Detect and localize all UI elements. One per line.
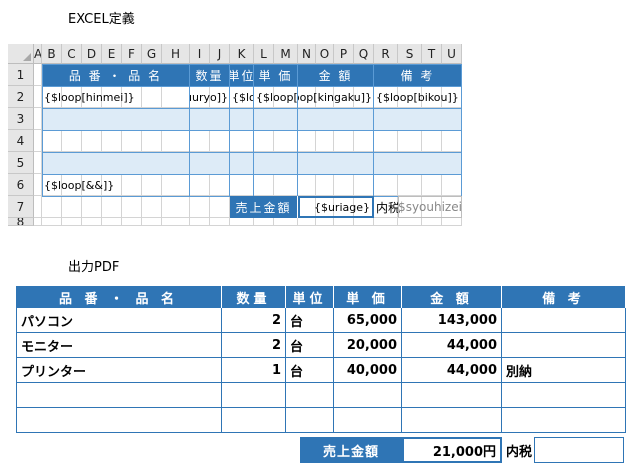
pdf-table-cell: 別納 — [502, 358, 626, 383]
cell-loop-kingaku[interactable]: {$loop[kingaku]} — [298, 86, 374, 108]
pdf-tax-value — [534, 437, 624, 463]
cell-loop-end[interactable]: {$loop[&&]} — [42, 174, 190, 196]
column-header-i[interactable]: I — [190, 44, 210, 64]
column-header-c[interactable]: C — [62, 44, 82, 64]
column-header-l[interactable]: L — [254, 44, 274, 64]
row-header-5[interactable]: 5 — [8, 152, 34, 174]
excel-definition-title: EXCEL定義 — [68, 12, 135, 27]
row-header-3[interactable]: 3 — [8, 108, 34, 130]
column-header-m[interactable]: M — [274, 44, 298, 64]
pdf-table-cell — [402, 408, 502, 433]
table-border — [42, 86, 462, 87]
total-label-cell[interactable]: 売上金額 — [230, 196, 298, 218]
pdf-output-title: 出力PDF — [68, 260, 120, 275]
column-header-j[interactable]: J — [210, 44, 230, 64]
pdf-table-cell: パソコン — [16, 308, 222, 333]
pdf-table-cell — [502, 333, 626, 358]
table-border — [42, 174, 462, 175]
pdf-header-item-name: 品 番 ・ 品 名 — [16, 286, 222, 308]
pdf-table-cell: 65,000 — [334, 308, 402, 333]
total-value-cell[interactable]: {$uriage} — [298, 196, 374, 218]
row-header-1[interactable]: 1 — [8, 64, 34, 86]
pdf-table-cell: 台 — [286, 333, 334, 358]
tax-value-cell[interactable]: {$syouhizei} — [398, 196, 462, 218]
column-header-e[interactable]: E — [102, 44, 122, 64]
pdf-table-cell: 台 — [286, 308, 334, 333]
column-header-o[interactable]: O — [316, 44, 334, 64]
pdf-table-cell — [502, 308, 626, 333]
pdf-table-cell: 20,000 — [334, 333, 402, 358]
pdf-table-cell: 143,000 — [402, 308, 502, 333]
pdf-header-unit-price: 単 価 — [334, 286, 402, 308]
row-header-7[interactable]: 7 — [8, 196, 34, 218]
column-header-b[interactable]: B — [42, 44, 62, 64]
pdf-table-cell — [334, 408, 402, 433]
column-header-q[interactable]: Q — [354, 44, 374, 64]
column-header-a[interactable]: A — [34, 44, 42, 64]
cell-loop-hinmei[interactable]: {$loop[hinmei]} — [42, 86, 190, 108]
table-border — [42, 152, 462, 153]
column-header-t[interactable]: T — [422, 44, 442, 64]
band-row-3 — [42, 108, 462, 130]
column-header-k[interactable]: K — [230, 44, 254, 64]
column-header-h[interactable]: H — [162, 44, 190, 64]
cell-loop-suuryo[interactable]: {$loop[suuryo]} — [190, 86, 230, 108]
table-border — [42, 108, 462, 109]
row-header-2[interactable]: 2 — [8, 86, 34, 108]
table-border — [42, 130, 462, 131]
gridline — [34, 225, 462, 226]
pdf-header-quantity: 数量 — [222, 286, 286, 308]
pdf-table-cell: 2 — [222, 333, 286, 358]
pdf-table-cell — [286, 383, 334, 408]
column-header-f[interactable]: F — [122, 44, 142, 64]
header-unit[interactable]: 単位 — [230, 64, 254, 86]
pdf-table-cell: 1 — [222, 358, 286, 383]
pdf-table-cell — [222, 408, 286, 433]
header-quantity[interactable]: 数量 — [190, 64, 230, 86]
pdf-total-label: 売上金額 — [300, 437, 402, 463]
select-all-corner[interactable] — [8, 44, 34, 64]
pdf-table-cell — [334, 383, 402, 408]
pdf-header-remarks: 備 考 — [502, 286, 626, 308]
pdf-table-cell: プリンター — [16, 358, 222, 383]
column-header-g[interactable]: G — [142, 44, 162, 64]
column-header-p[interactable]: P — [334, 44, 354, 64]
pdf-tax-label: 内税 — [506, 444, 533, 460]
column-header-s[interactable]: S — [398, 44, 422, 64]
pdf-table-cell — [222, 383, 286, 408]
table-border — [42, 64, 462, 65]
pdf-table-cell — [286, 408, 334, 433]
cell-loop-tani[interactable]: {$loop[ta — [230, 86, 254, 108]
header-remarks[interactable]: 備 考 — [374, 64, 462, 86]
cell-loop-tanka[interactable]: {$loop[tanka]} — [254, 86, 298, 108]
pdf-output-table: 品 番 ・ 品 名数量 単位単 価金 額備 考パソコン 2 台 65,000 143,00… — [16, 286, 632, 466]
pdf-table-cell — [502, 408, 626, 433]
pdf-table-cell — [502, 383, 626, 408]
pdf-table-cell — [16, 383, 222, 408]
header-unit-price[interactable]: 単 価 — [254, 64, 298, 86]
column-header-n[interactable]: N — [298, 44, 316, 64]
header-item-name[interactable]: 品 番 ・ 品 名 — [42, 64, 190, 86]
pdf-table-cell: 台 — [286, 358, 334, 383]
column-header-r[interactable]: R — [374, 44, 398, 64]
header-amount[interactable]: 金 額 — [298, 64, 374, 86]
pdf-table-cell: モニター — [16, 333, 222, 358]
row-header-6[interactable]: 6 — [8, 174, 34, 196]
column-header-u[interactable]: U — [442, 44, 462, 64]
pdf-table-cell — [402, 383, 502, 408]
row-header-4[interactable]: 4 — [8, 130, 34, 152]
pdf-table-cell: 44,000 — [402, 358, 502, 383]
pdf-table-cell: 44,000 — [402, 333, 502, 358]
pdf-table-cell: 2 — [222, 308, 286, 333]
column-header-d[interactable]: D — [82, 44, 102, 64]
cell-loop-bikou[interactable]: {$loop[bikou]} — [374, 86, 462, 108]
band-row-5 — [42, 152, 462, 174]
pdf-header-amount: 金 額 — [402, 286, 502, 308]
excel-sheet[interactable]: ABCDEFGHIJKLMNOPQRSTU 12345678 品 番 ・ 品 名数量… — [8, 44, 634, 246]
row-header-8[interactable]: 8 — [8, 218, 34, 226]
pdf-table-cell — [16, 408, 222, 433]
pdf-header-unit: 単位 — [286, 286, 334, 308]
pdf-table-cell: 40,000 — [334, 358, 402, 383]
pdf-total-value: 21,000円 — [402, 437, 502, 463]
